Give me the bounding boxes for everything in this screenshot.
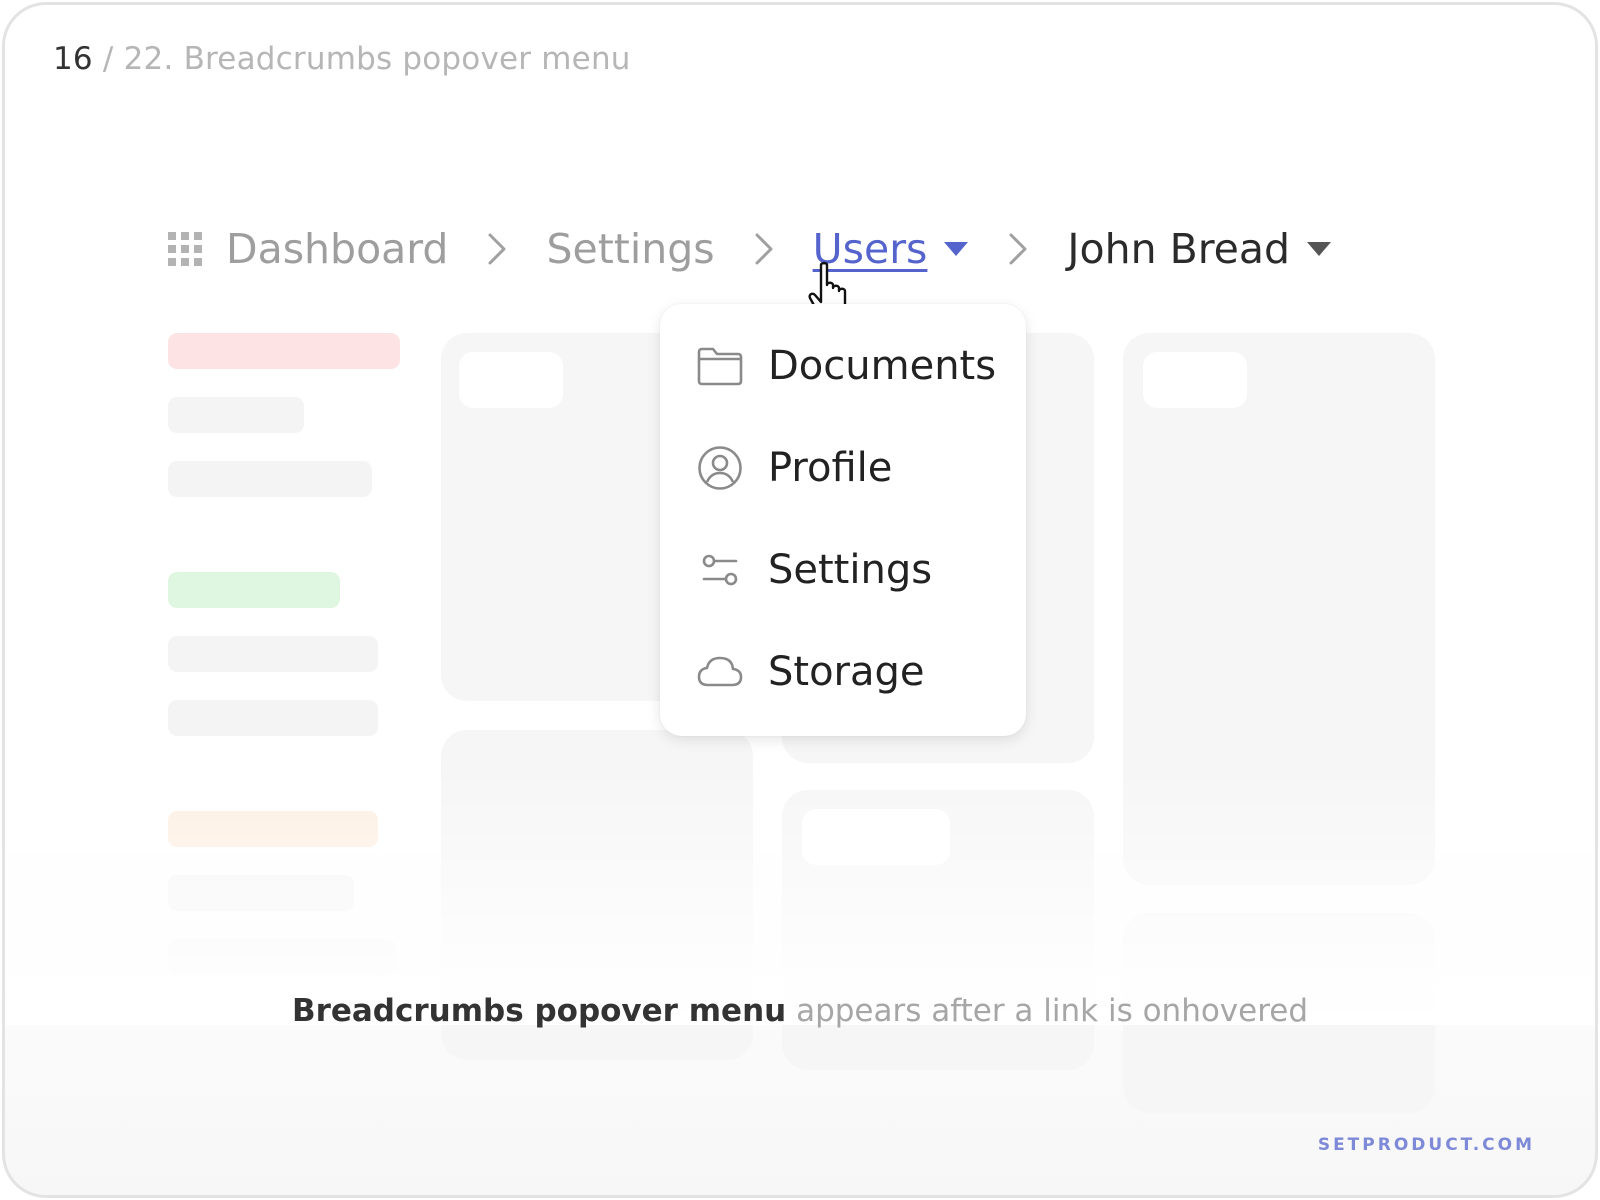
menu-item-label: Storage (768, 649, 925, 695)
menu-item-storage[interactable]: Storage (696, 642, 1006, 702)
user-circle-icon (696, 444, 744, 492)
breadcrumb-popover-menu: Documents Profile Settings Storage (660, 304, 1026, 736)
skeleton-bar (168, 636, 378, 672)
caret-down-icon[interactable] (1306, 241, 1332, 257)
page-title: / 22. Breadcrumbs popover menu (103, 41, 631, 77)
skeleton-card-chip (1143, 352, 1247, 408)
menu-item-documents[interactable]: Documents (696, 336, 1006, 396)
skeleton-card-chip (459, 352, 563, 408)
page-counter: 16 / 22. Breadcrumbs popover menu (53, 41, 631, 77)
breadcrumb: Dashboard Settings Users John Bread (168, 223, 1332, 275)
menu-item-label: Settings (768, 547, 932, 593)
cloud-icon (696, 648, 744, 696)
skeleton-bar (168, 461, 372, 497)
menu-item-label: Documents (768, 343, 996, 389)
slide-frame: 16 / 22. Breadcrumbs popover menu Dashbo… (2, 2, 1598, 1198)
sliders-icon (696, 546, 744, 594)
chevron-right-icon (474, 229, 520, 269)
grid-icon[interactable] (168, 232, 202, 266)
skeleton-bar (168, 700, 378, 736)
brand-link[interactable]: SETPRODUCT.COM (1318, 1135, 1535, 1155)
breadcrumb-item-settings[interactable]: Settings (546, 225, 714, 273)
folder-icon (696, 342, 744, 390)
breadcrumb-item-dashboard[interactable]: Dashboard (226, 225, 448, 273)
caption-bold: Breadcrumbs popover menu (292, 993, 786, 1029)
skeleton-bar-green (168, 572, 340, 608)
caret-down-icon[interactable] (943, 241, 969, 257)
caption-text: appears after a link is onhovered (786, 993, 1308, 1029)
skeleton-bar-red (168, 333, 400, 369)
breadcrumb-item-current[interactable]: John Bread (1067, 225, 1290, 273)
menu-item-label: Profile (768, 445, 892, 491)
chevron-right-icon (741, 229, 787, 269)
chevron-right-icon (995, 229, 1041, 269)
caption: Breadcrumbs popover menu appears after a… (5, 993, 1595, 1029)
page-number: 16 (53, 41, 93, 77)
skeleton-bar (168, 397, 304, 433)
fade-overlay (5, 765, 1595, 1025)
menu-item-settings[interactable]: Settings (696, 540, 1006, 600)
menu-item-profile[interactable]: Profile (696, 438, 1006, 498)
